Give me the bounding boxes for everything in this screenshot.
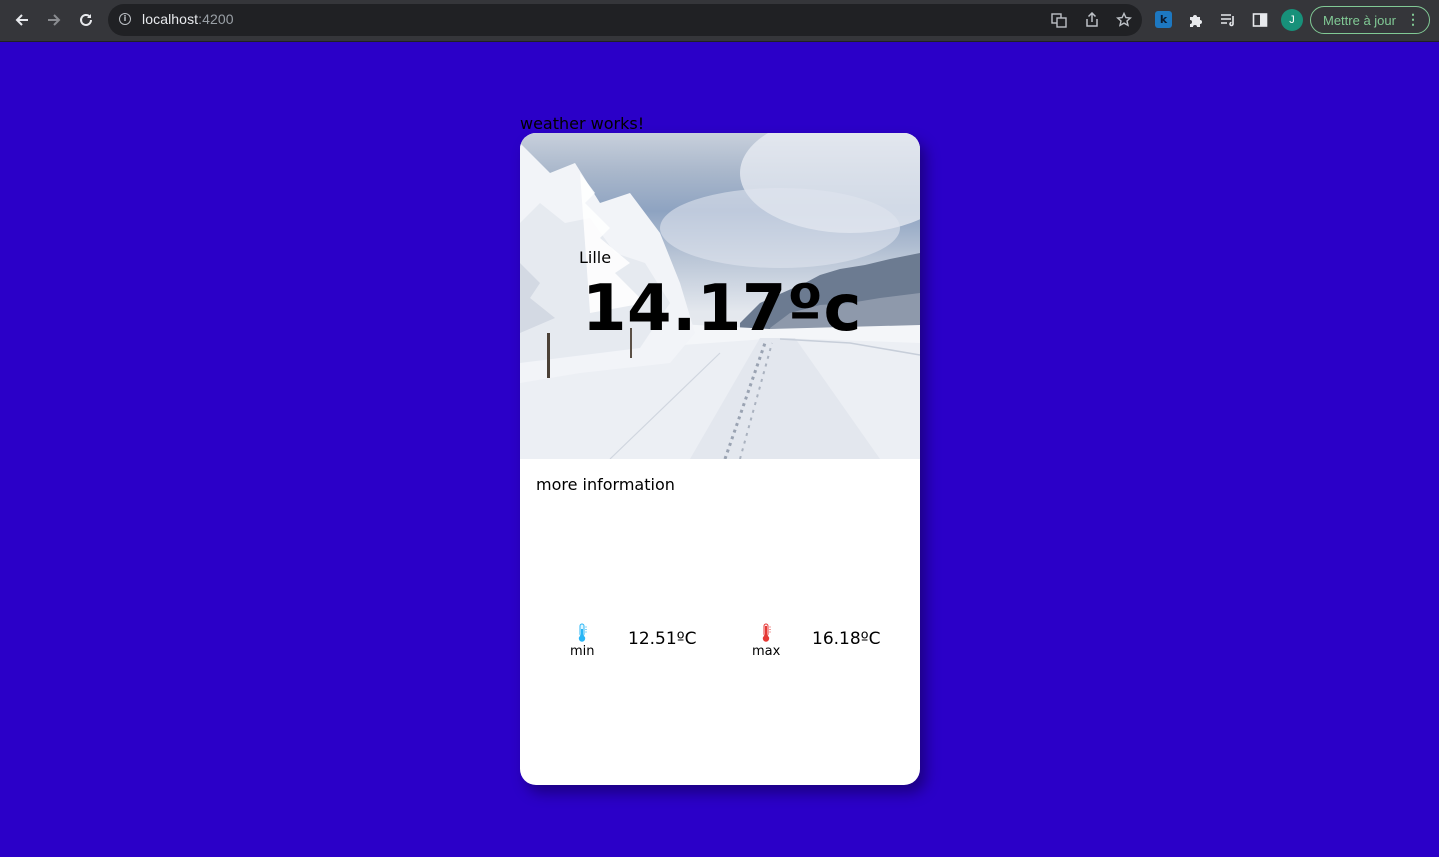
- min-label: min: [570, 644, 595, 659]
- current-temperature: 14.17ºc: [582, 272, 862, 346]
- weather-background-image: Lille 14.17ºc: [520, 133, 920, 459]
- max-temperature: 16.18ºC: [812, 629, 881, 649]
- max-label: max: [752, 644, 781, 659]
- page-heading: weather works!: [520, 114, 645, 133]
- min-temperature: 12.51ºC: [628, 629, 697, 649]
- city-name: Lille: [579, 248, 612, 267]
- weather-card: Lille 14.17ºc more information min 12.51…: [520, 133, 920, 785]
- side-panel-icon[interactable]: [1249, 9, 1271, 31]
- url-port: :4200: [198, 11, 234, 27]
- browser-toolbar: i localhost:4200 k J Mettre à jour ⋮: [0, 0, 1439, 42]
- reading-list-icon[interactable]: [1217, 9, 1239, 31]
- url-text[interactable]: localhost:4200: [142, 11, 234, 27]
- back-arrow-icon[interactable]: [9, 7, 35, 33]
- url-host: localhost: [142, 11, 199, 27]
- forward-arrow-icon[interactable]: [41, 7, 67, 33]
- kebab-menu-icon[interactable]: ⋮: [1406, 11, 1420, 28]
- site-info-icon[interactable]: i: [119, 13, 131, 25]
- thermometer-cold-icon: [576, 623, 588, 643]
- bookmark-star-icon[interactable]: [1115, 11, 1133, 29]
- update-button-label: Mettre à jour: [1323, 13, 1396, 28]
- profile-avatar[interactable]: J: [1281, 9, 1303, 31]
- share-icon[interactable]: [1083, 11, 1101, 29]
- reload-icon[interactable]: [73, 7, 99, 33]
- more-information-label: more information: [536, 475, 675, 494]
- translate-icon[interactable]: [1050, 11, 1068, 29]
- address-bar[interactable]: i localhost:4200: [108, 4, 1142, 36]
- extension-icon[interactable]: k: [1155, 11, 1172, 28]
- puzzle-extensions-icon[interactable]: [1185, 9, 1207, 31]
- thermometer-hot-icon: [760, 623, 772, 643]
- update-button[interactable]: Mettre à jour ⋮: [1310, 6, 1430, 34]
